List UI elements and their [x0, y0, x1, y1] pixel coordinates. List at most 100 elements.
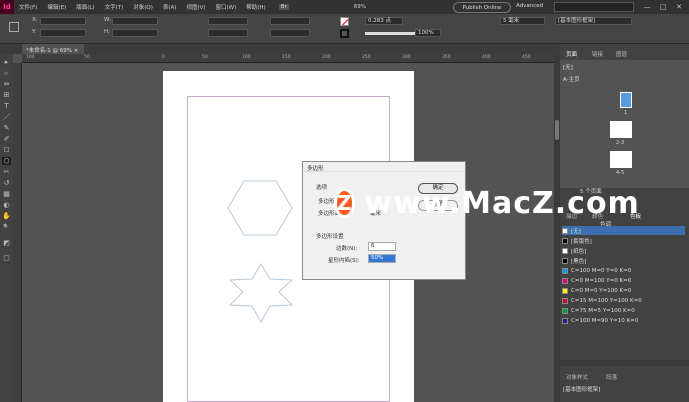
page-thumbnail-4-5[interactable]	[610, 151, 632, 168]
scrollbar-thumb[interactable]	[555, 120, 559, 140]
tab-paragraph[interactable]: 段落	[606, 373, 617, 381]
menu-type[interactable]: 文字(T)	[100, 3, 129, 11]
ruler-tick: 450	[522, 55, 531, 60]
hand-tool-icon[interactable]: ✋	[2, 212, 11, 220]
scale-y-field[interactable]	[208, 29, 248, 37]
page-number: 4-5	[616, 170, 625, 176]
scissors-tool-icon[interactable]: ✂	[2, 168, 11, 176]
vertical-ruler[interactable]	[13, 63, 22, 402]
polygon-tool-icon[interactable]: ⬡	[2, 157, 11, 165]
menu-window[interactable]: 窗口(W)	[211, 3, 242, 11]
page-tool-icon[interactable]: ⇔	[2, 80, 11, 88]
swatch-color-icon	[562, 247, 568, 254]
horizontal-ruler[interactable]: 100 50 0 50 100 150 200 250 300 350 400 …	[22, 54, 554, 63]
swatch-row[interactable]: [套版色]	[562, 236, 685, 245]
swatch-row[interactable]: C=0 M=0 Y=100 K=0	[562, 286, 685, 295]
menu-layout[interactable]: 版面(L)	[71, 3, 99, 11]
swatch-row[interactable]: C=15 M=100 Y=100 K=0	[562, 296, 685, 305]
swatch-color-icon	[562, 307, 568, 314]
zoom-tool-icon[interactable]: 🔍	[2, 223, 11, 231]
tab-layers[interactable]: 图层	[616, 50, 627, 58]
sides-label: 边数(N):	[336, 246, 358, 252]
swatch-row[interactable]: C=75 M=5 Y=100 K=0	[562, 306, 685, 315]
reference-point-icon[interactable]	[9, 22, 19, 32]
y-field[interactable]	[40, 29, 86, 37]
shear-field[interactable]	[270, 29, 310, 37]
bridge-button[interactable]: Br	[278, 4, 289, 10]
swatch-color-icon	[562, 297, 568, 304]
swatch-color-icon	[562, 317, 568, 324]
star-inset-input[interactable]: 50%	[368, 254, 396, 263]
tab-pages[interactable]: 页面	[566, 50, 577, 58]
swatch-row[interactable]: [无]	[562, 226, 685, 235]
direct-selection-tool-icon[interactable]: ▹	[2, 69, 11, 77]
menu-file[interactable]: 文件(F)	[14, 3, 42, 11]
pencil-tool-icon[interactable]: ✐	[2, 135, 11, 143]
menu-view[interactable]: 视图(V)	[181, 3, 210, 11]
corner-size-field[interactable]: 5 毫米	[500, 17, 545, 25]
hexagon-shape[interactable]	[226, 178, 296, 238]
stroke-type-selector[interactable]	[365, 32, 420, 35]
swatch-row[interactable]: C=100 M=90 Y=10 K=0	[562, 316, 685, 325]
x-field[interactable]	[40, 17, 86, 25]
object-style-select[interactable]: [基本图形框架]	[555, 17, 632, 25]
maximize-icon[interactable]: □	[657, 2, 669, 12]
ruler-tick: 150	[282, 55, 291, 60]
menu-object[interactable]: 对象(O)	[128, 3, 158, 11]
star-shape[interactable]	[226, 262, 296, 324]
a-master-item[interactable]: A-主页	[563, 75, 580, 83]
w-field[interactable]	[112, 17, 158, 25]
workspace-switcher[interactable]: Advanced	[516, 3, 543, 9]
stroke-weight-field[interactable]: 0.283 点	[365, 17, 403, 25]
menu-table[interactable]: 表(A)	[158, 3, 182, 11]
swatch-name: C=0 M=0 Y=100 K=0	[571, 287, 632, 294]
swatch-name: [套版色]	[571, 238, 592, 245]
ruler-tick: 100	[242, 55, 251, 60]
none-master-item[interactable]: [无]	[563, 63, 573, 71]
fill-none-icon[interactable]	[340, 17, 349, 26]
selection-tool-icon[interactable]: ▸	[2, 58, 11, 66]
screen-mode-icon[interactable]: ▢	[2, 254, 11, 262]
minimize-icon[interactable]: —	[641, 2, 653, 12]
watermark: Z www.MacZ.com	[334, 183, 639, 223]
zoom-level[interactable]: 69%	[349, 4, 371, 10]
watermark-logo: Z	[334, 188, 355, 218]
tab-links[interactable]: 链接	[592, 50, 603, 58]
rotate-field[interactable]	[270, 17, 310, 25]
line-tool-icon[interactable]: ／	[2, 113, 11, 121]
stroke-swatch-icon[interactable]	[340, 29, 349, 38]
search-input[interactable]	[554, 2, 634, 12]
current-object-style[interactable]: [基本图形框架]	[563, 385, 600, 393]
swatch-row[interactable]: [纸色]	[562, 246, 685, 255]
fill-stroke-icon[interactable]: ◩	[2, 239, 11, 247]
rotate-tool-icon[interactable]: ↺	[2, 179, 11, 187]
swatch-row[interactable]: C=100 M=0 Y=0 K=0	[562, 266, 685, 275]
swatch-row[interactable]: [黑色]	[562, 256, 685, 265]
tab-object-styles[interactable]: 对象样式	[566, 373, 588, 381]
publish-online-button[interactable]: Publish Online	[453, 2, 511, 13]
content-collector-icon[interactable]: ⊞	[2, 91, 11, 99]
dialog-title: 多边形	[303, 162, 465, 172]
page-thumbnail-2-3[interactable]	[610, 121, 632, 138]
page-thumbnail-1[interactable]	[620, 92, 632, 108]
rectangle-frame-tool-icon[interactable]: ☐	[2, 146, 11, 154]
indesign-logo: Id	[0, 0, 14, 14]
watermark-text: www.MacZ.com	[364, 185, 640, 221]
tools-panel: ▸ ▹ ⇔ ⊞ T ／ ✎ ✐ ☐ ⬡ ✂ ↺ ▦ ◐ ✋ 🔍 ◩ ▢	[0, 54, 13, 402]
swatch-name: C=100 M=90 Y=10 K=0	[571, 317, 639, 324]
ruler-tick: 50	[84, 55, 90, 60]
type-tool-icon[interactable]: T	[2, 102, 11, 110]
document-tab[interactable]: *未命名-1 @ 69% ×	[22, 44, 84, 54]
pen-tool-icon[interactable]: ✎	[2, 124, 11, 132]
close-icon[interactable]: ✕	[673, 2, 685, 12]
menu-edit[interactable]: 编辑(E)	[42, 3, 71, 11]
sides-input[interactable]: 6	[368, 242, 396, 251]
menu-help[interactable]: 帮助(H)	[241, 3, 270, 11]
swatch-row[interactable]: C=0 M=100 Y=0 K=0	[562, 276, 685, 285]
panel-footer	[560, 360, 689, 366]
opacity-field[interactable]: 100%	[415, 29, 441, 37]
scale-x-field[interactable]	[208, 17, 248, 25]
gradient-tool-icon[interactable]: ▦	[2, 190, 11, 198]
eyedropper-tool-icon[interactable]: ◐	[2, 201, 11, 209]
h-field[interactable]	[112, 29, 158, 37]
